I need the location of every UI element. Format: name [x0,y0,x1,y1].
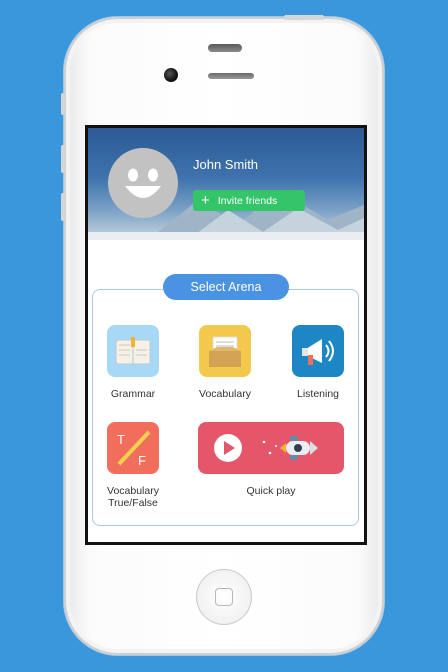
card-box-icon [209,336,241,367]
volume-down-button [61,193,65,221]
quick-play-label: Quick play [246,485,296,497]
earpiece-slot [208,73,254,79]
svg-text:F: F [138,453,146,468]
quick-play-tile[interactable] [198,422,344,474]
vocabulary-tile[interactable] [199,325,251,377]
grammar-tile[interactable] [107,325,159,377]
svg-text:T: T [117,432,125,447]
home-button[interactable] [196,569,252,625]
volume-up-button [61,145,65,173]
vocabulary-label: Vocabulary [199,388,251,400]
front-camera [164,68,178,82]
invite-friends-label: Invite friends [217,194,278,207]
avatar[interactable] [108,148,178,218]
true-false-icon: T F [117,430,151,468]
vocabulary-true-false-line2: True/False [108,497,158,509]
smiley-face-icon [125,168,161,198]
play-rocket-icon [214,434,318,462]
sleep-button [284,15,324,20]
book-icon [115,337,151,365]
vocabulary-true-false-label: Vocabulary True/False [92,485,174,509]
listening-tile[interactable] [292,325,344,377]
vocabulary-true-false-tile[interactable]: T F [107,422,159,474]
listening-label: Listening [296,388,340,400]
mute-switch [61,93,65,115]
plus-icon: + [201,192,210,209]
vocabulary-true-false-line1: Vocabulary [107,485,159,497]
grammar-label: Grammar [110,388,156,400]
app-screen: John Smith + Invite friends Select Arena… [85,125,367,545]
home-square-icon [215,588,233,606]
earpiece-speaker [208,44,242,52]
select-arena-title: Select Arena [163,274,289,300]
profile-header: John Smith + Invite friends [88,128,364,240]
megaphone-icon [302,339,334,365]
user-name: John Smith [193,157,259,172]
invite-friends-button[interactable]: + Invite friends [193,190,305,211]
